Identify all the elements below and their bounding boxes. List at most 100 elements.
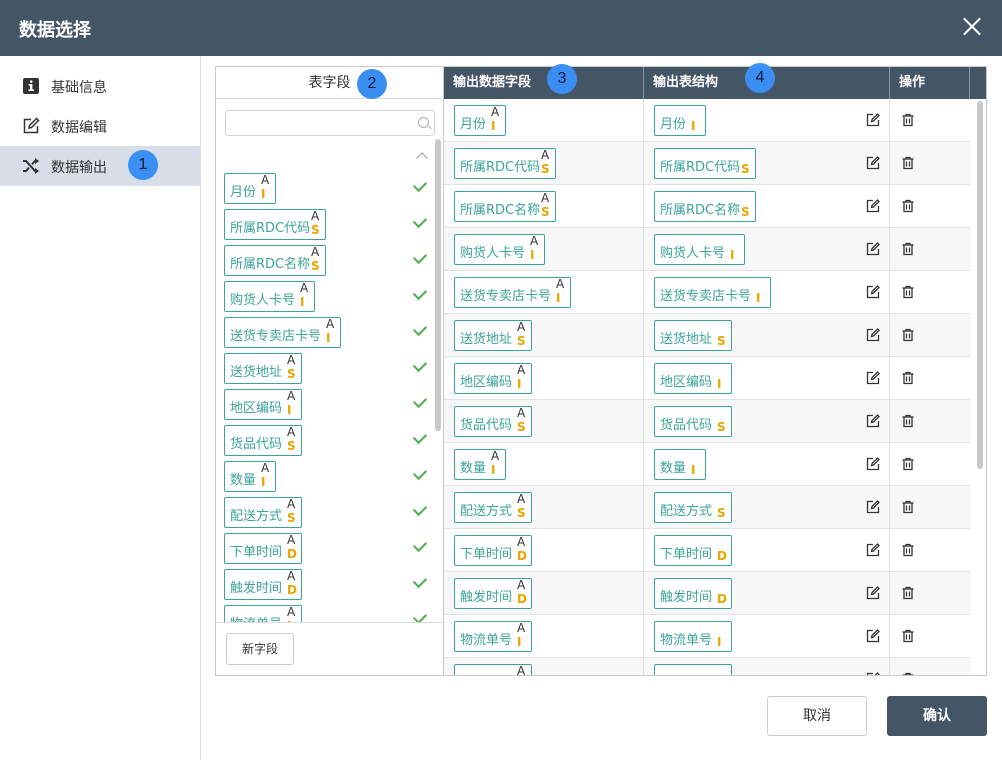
check-icon[interactable] (412, 573, 428, 589)
check-icon[interactable] (412, 357, 428, 373)
field-tag[interactable]: 所属RDC名称 S (654, 191, 756, 222)
check-icon[interactable] (412, 393, 428, 409)
field-tag[interactable]: 物流状态S (654, 664, 732, 675)
edit-icon[interactable] (866, 672, 880, 675)
sidebar-item-data-edit[interactable]: 数据编辑 (0, 106, 200, 146)
trash-icon[interactable] (901, 285, 915, 299)
field-tag[interactable]: 数量 A I (224, 461, 276, 492)
field-tag[interactable]: 所属RDC代码 A S (454, 148, 556, 179)
edit-icon[interactable] (866, 113, 880, 127)
edit-icon[interactable] (866, 543, 880, 557)
sidebar-item-data-output[interactable]: 数据输出 (0, 146, 200, 186)
source-field-list: 月份 A I 所属RDC代码 A S 所属RDC名称 A S 购货人卡号 A I 送货专卖店卡号 A I 送货… (216, 171, 443, 623)
edit-icon[interactable] (866, 629, 880, 643)
field-tag[interactable]: 送货专卖店卡号 A I (454, 277, 571, 308)
chevron-up-icon[interactable] (415, 151, 429, 161)
check-icon[interactable] (412, 501, 428, 517)
field-tag[interactable]: 数量 A I (454, 449, 506, 480)
field-tag[interactable]: 物流单号 I (654, 621, 732, 652)
field-tag[interactable]: 购货人卡号 A I (224, 281, 315, 312)
source-field-row: 配送方式 A S (216, 495, 443, 531)
search-icon[interactable] (418, 117, 429, 128)
edit-icon[interactable] (866, 328, 880, 342)
field-tag[interactable]: 下单时间 D (654, 535, 732, 566)
field-tag[interactable]: 货品代码 A S (224, 425, 302, 456)
trash-icon[interactable] (901, 457, 915, 471)
cancel-button[interactable]: 取消 (767, 696, 867, 736)
check-icon[interactable] (412, 537, 428, 553)
trash-icon[interactable] (901, 113, 915, 127)
column-divider (643, 658, 644, 675)
field-tag[interactable]: 物流单号AI (224, 605, 302, 623)
check-icon[interactable] (412, 177, 428, 193)
field-tag[interactable]: 送货地址 S (654, 320, 732, 351)
edit-icon[interactable] (866, 414, 880, 428)
trash-icon[interactable] (901, 328, 915, 342)
field-tag[interactable]: 货品代码 A S (454, 406, 532, 437)
field-type-a: A (261, 461, 270, 475)
trash-icon[interactable] (901, 500, 915, 514)
edit-icon[interactable] (866, 285, 880, 299)
table-scrollbar[interactable] (977, 101, 983, 469)
field-tag[interactable]: 数量 I (654, 449, 706, 480)
check-icon[interactable] (412, 465, 428, 481)
edit-icon[interactable] (866, 156, 880, 170)
field-tag[interactable]: 送货地址 A S (224, 353, 302, 384)
trash-icon[interactable] (901, 199, 915, 213)
new-field-button[interactable]: 新字段 (226, 633, 294, 665)
confirm-button[interactable]: 确认 (887, 696, 987, 736)
check-icon[interactable] (412, 285, 428, 301)
field-type-a: A (517, 406, 526, 420)
field-tag[interactable]: 所属RDC代码 S (654, 148, 756, 179)
field-tag[interactable]: 配送方式 A S (454, 492, 532, 523)
field-tag[interactable]: 所属RDC代码 A S (224, 209, 326, 240)
trash-icon[interactable] (901, 629, 915, 643)
close-icon[interactable] (960, 14, 984, 38)
field-tag[interactable]: 货品代码 S (654, 406, 732, 437)
trash-icon[interactable] (901, 543, 915, 557)
field-tag[interactable]: 物流单号AI (454, 621, 532, 652)
trash-icon[interactable] (901, 156, 915, 170)
column-divider (643, 400, 644, 443)
field-tag[interactable]: 月份 A I (224, 173, 276, 204)
check-icon[interactable] (412, 429, 428, 445)
field-tag[interactable]: 月份 A I (454, 105, 506, 136)
check-icon[interactable] (412, 249, 428, 265)
field-tag[interactable]: 触发时间 A D (224, 569, 302, 600)
field-tag[interactable]: 所属RDC名称 A S (224, 245, 326, 276)
field-tag[interactable]: 配送方式 S (654, 492, 732, 523)
sidebar-item-basic-info[interactable]: 基础信息 (0, 66, 200, 106)
field-tag[interactable]: 购货人卡号 I (654, 234, 745, 265)
field-tag[interactable]: 触发时间 D (654, 578, 732, 609)
trash-icon[interactable] (901, 242, 915, 256)
edit-icon[interactable] (866, 586, 880, 600)
edit-icon[interactable] (866, 199, 880, 213)
field-search-input[interactable] (225, 110, 435, 136)
trash-icon[interactable] (901, 672, 915, 675)
trash-icon[interactable] (901, 586, 915, 600)
field-tag[interactable]: 地区编码 A I (454, 363, 532, 394)
field-tag[interactable]: 送货专卖店卡号 A I (224, 317, 341, 348)
field-tag[interactable]: 月份 I (654, 105, 706, 136)
trash-icon[interactable] (901, 371, 915, 385)
source-list-scrollbar[interactable] (435, 139, 441, 431)
field-tag[interactable]: 物流状态AS (454, 664, 532, 675)
edit-icon[interactable] (866, 242, 880, 256)
trash-icon[interactable] (901, 414, 915, 428)
edit-icon[interactable] (866, 457, 880, 471)
field-tag[interactable]: 配送方式 A S (224, 497, 302, 528)
field-type-a: A (517, 492, 526, 506)
check-icon[interactable] (412, 321, 428, 337)
edit-icon[interactable] (866, 371, 880, 385)
field-tag[interactable]: 送货专卖店卡号 I (654, 277, 771, 308)
field-tag[interactable]: 触发时间 A D (454, 578, 532, 609)
field-tag[interactable]: 下单时间 A D (224, 533, 302, 564)
field-tag[interactable]: 地区编码 A I (224, 389, 302, 420)
field-tag[interactable]: 地区编码 I (654, 363, 732, 394)
check-icon[interactable] (412, 213, 428, 229)
field-tag[interactable]: 送货地址 A S (454, 320, 532, 351)
field-tag[interactable]: 下单时间 A D (454, 535, 532, 566)
field-tag[interactable]: 购货人卡号 A I (454, 234, 545, 265)
field-tag[interactable]: 所属RDC名称 A S (454, 191, 556, 222)
edit-icon[interactable] (866, 500, 880, 514)
